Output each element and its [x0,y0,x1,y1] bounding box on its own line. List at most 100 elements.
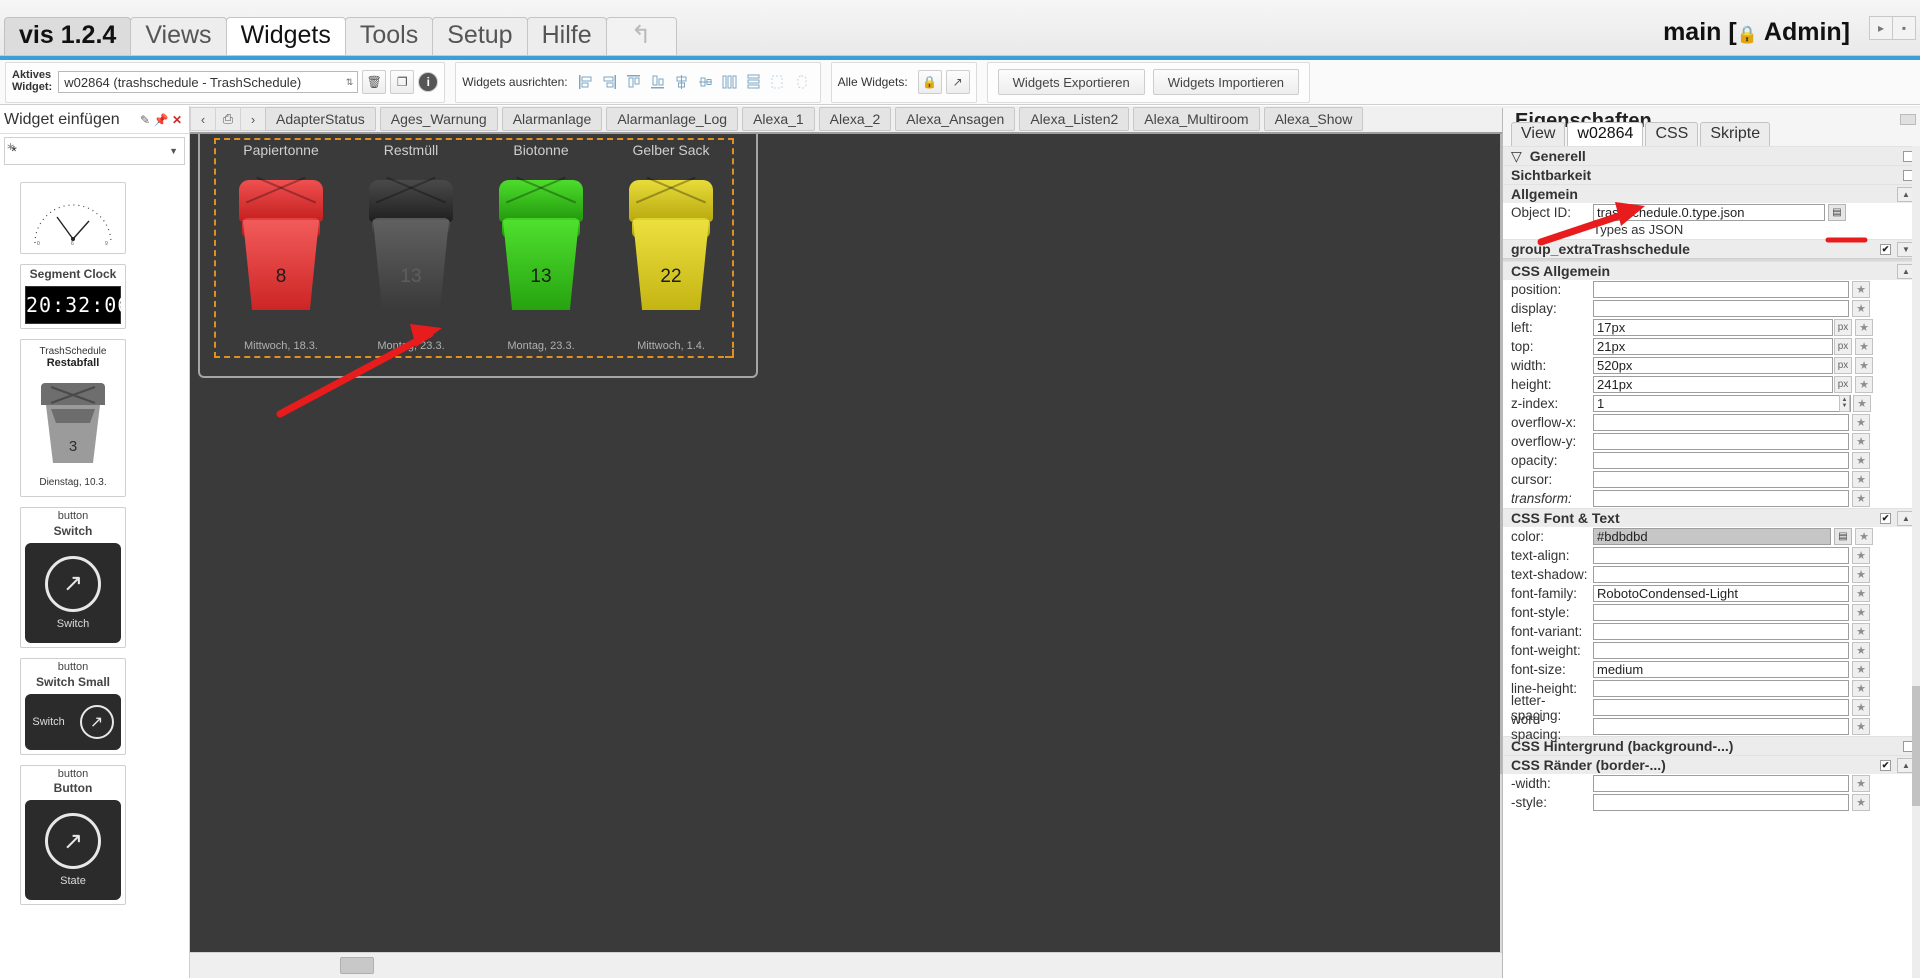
properties-tab-css[interactable]: CSS [1645,122,1699,146]
palette-card-button-button[interactable]: button Button ↗ State [20,764,126,906]
widgets-import-button[interactable]: Widgets Importieren [1152,69,1300,95]
align-top-icon[interactable] [624,71,644,93]
properties-scroll-thumb[interactable] [1912,686,1920,806]
section-group-extratrashschedule[interactable]: group_extraTrashschedule ✔ ▼ [1503,239,1920,258]
section-allgemein[interactable]: Allgemein ▲ [1503,184,1920,203]
width-unit[interactable]: px [1834,357,1852,374]
bind-star-button[interactable]: ★ [1855,319,1873,336]
opacity-input[interactable] [1593,452,1849,469]
width-input[interactable]: 520px [1593,357,1833,374]
left-unit[interactable]: px [1834,319,1852,336]
position-select[interactable] [1593,281,1849,298]
zindex-stepper[interactable]: ▲ ▼ [1839,395,1850,412]
align-right-icon[interactable] [600,71,620,93]
top-unit[interactable]: px [1834,338,1852,355]
trash-bin-biotonne[interactable]: Biotonne 13 Montag, 23.3. [476,140,606,352]
zindex-input[interactable]: 1 [1593,395,1851,412]
bind-star-button[interactable]: ★ [1852,718,1870,735]
view-next-button[interactable]: › [240,107,266,131]
bind-star-button[interactable]: ★ [1855,338,1873,355]
border-style-input[interactable] [1593,794,1849,811]
same-width-icon[interactable] [768,71,788,93]
cursor-input[interactable] [1593,471,1849,488]
top-input[interactable]: 21px [1593,338,1833,355]
palette-card-segment-clock[interactable]: Segment Clock 20:32:06 [20,264,126,329]
bind-star-button[interactable]: ★ [1852,452,1870,469]
lock-all-widgets-button[interactable]: 🔒 [917,70,942,94]
section-css-allgemein[interactable]: CSS Allgemein ▲ [1503,261,1920,280]
trash-bin-papiertonne[interactable]: Papiertonne 8 Mittwoch, 18.3. [216,140,346,352]
font-variant-select[interactable] [1593,623,1849,640]
bind-star-button[interactable]: ★ [1852,604,1870,621]
resize-handle[interactable] [725,349,734,358]
widgets-export-button[interactable]: Widgets Exportieren [997,69,1145,95]
bind-star-button[interactable]: ★ [1852,680,1870,697]
palette-card-trashschedule[interactable]: TrashSchedule Restabfall 3 Dienstag, 10.… [20,339,126,497]
close-icon[interactable]: ✕ [169,112,185,128]
view-tab-alexa-listen2[interactable]: Alexa_Listen2 [1019,107,1130,131]
overflow-y-select[interactable] [1593,433,1849,450]
align-middle-horizontal-icon[interactable] [696,71,716,93]
line-height-input[interactable] [1593,680,1849,697]
display-select[interactable] [1593,300,1849,317]
view-tab-alexa-2[interactable]: Alexa_2 [818,107,892,131]
view-prev-button[interactable]: ‹ [190,107,216,131]
palette-card-analog-clock[interactable]: 0 6 9 [20,182,126,254]
align-center-vertical-icon[interactable] [672,71,692,93]
bind-star-button[interactable]: ★ [1852,490,1870,507]
menu-tab-overflow[interactable]: ↰ [605,16,677,55]
bind-star-button[interactable]: ★ [1852,794,1870,811]
font-weight-input[interactable] [1593,642,1849,659]
view-tab-alexa-1[interactable]: Alexa_1 [742,107,815,131]
word-spacing-input[interactable] [1593,718,1849,735]
duplicate-widget-button[interactable]: ❐ [390,70,415,94]
bind-star-button[interactable]: ★ [1852,585,1870,602]
menu-tab-widgets[interactable]: Widgets [225,16,346,55]
bind-star-button[interactable]: ★ [1855,357,1873,374]
bind-star-button[interactable]: ★ [1852,433,1870,450]
pin-icon[interactable]: 📌 [153,112,169,128]
section-generell[interactable]: ▽ Generell [1503,146,1920,165]
object-id-input[interactable]: trashschedule.0.type.json [1593,204,1825,221]
menu-tab-views[interactable]: Views [130,16,227,55]
trashschedule-widget-selection[interactable]: Papiertonne 8 Mittwoch, 18.3. Restmüll 1… [214,138,734,358]
bind-star-button[interactable]: ★ [1852,661,1870,678]
palette-list[interactable]: 0 6 9 Segment Clock 20:32:06 TrashSchedu… [0,176,181,970]
section-css-border-checkbox[interactable]: ✔ [1880,759,1891,771]
bind-star-button[interactable]: ★ [1852,414,1870,431]
color-picker-button[interactable]: ▤ [1834,528,1852,545]
bind-star-button[interactable]: ★ [1852,775,1870,792]
nav-menu-icon[interactable]: ▪ [1892,16,1916,40]
active-widget-select[interactable]: w02864 (trashschedule - TrashSchedule) ⇅ [58,71,359,93]
pencil-icon[interactable]: ✎ [137,112,153,128]
properties-collapse-button[interactable] [1900,114,1916,125]
section-group-checkbox[interactable]: ✔ [1880,243,1891,255]
object-id-picker-button[interactable]: ▤ [1828,204,1846,221]
canvas-horizontal-scrollbar[interactable] [190,952,1502,978]
font-family-input[interactable]: RobotoCondensed-Light [1593,585,1849,602]
widget-info-button[interactable]: i [418,72,439,92]
border-width-input[interactable] [1593,775,1849,792]
delete-widget-button[interactable]: 🗑 [362,70,387,94]
view-canvas[interactable]: Papiertonne 8 Mittwoch, 18.3. Restmüll 1… [190,134,1502,952]
view-tab-alexa-multiroom[interactable]: Alexa_Multiroom [1133,107,1260,131]
view-tab-alexa-ansagen[interactable]: Alexa_Ansagen [895,107,1016,131]
view-tab-alarmanlage[interactable]: Alarmanlage [501,107,603,131]
properties-scrollbar[interactable] [1912,146,1920,978]
bind-star-button[interactable]: ★ [1852,471,1870,488]
menu-tab-tools[interactable]: Tools [344,16,434,55]
overflow-x-select[interactable] [1593,414,1849,431]
same-height-icon[interactable] [792,71,812,93]
properties-tab-view[interactable]: View [1511,122,1566,146]
properties-tab-skripte[interactable]: Skripte [1700,122,1771,146]
palette-card-button-switch-small[interactable]: button Switch Small Switch ↗ [20,657,126,755]
color-input[interactable]: #bdbdbd [1593,528,1831,545]
font-style-select[interactable] [1593,604,1849,621]
palette-card-button-switch[interactable]: button Switch ↗ Switch [20,507,126,648]
trash-bin-gelber-sack[interactable]: Gelber Sack 22 Mittwoch, 1.4. [606,140,736,352]
view-tab-ages-warnung[interactable]: Ages_Warnung [379,107,498,131]
bind-star-button[interactable]: ★ [1852,547,1870,564]
bind-star-button[interactable]: ★ [1855,376,1873,393]
view-tab-alexa-show[interactable]: Alexa_Show [1263,107,1364,131]
distribute-horizontal-icon[interactable] [720,71,740,93]
